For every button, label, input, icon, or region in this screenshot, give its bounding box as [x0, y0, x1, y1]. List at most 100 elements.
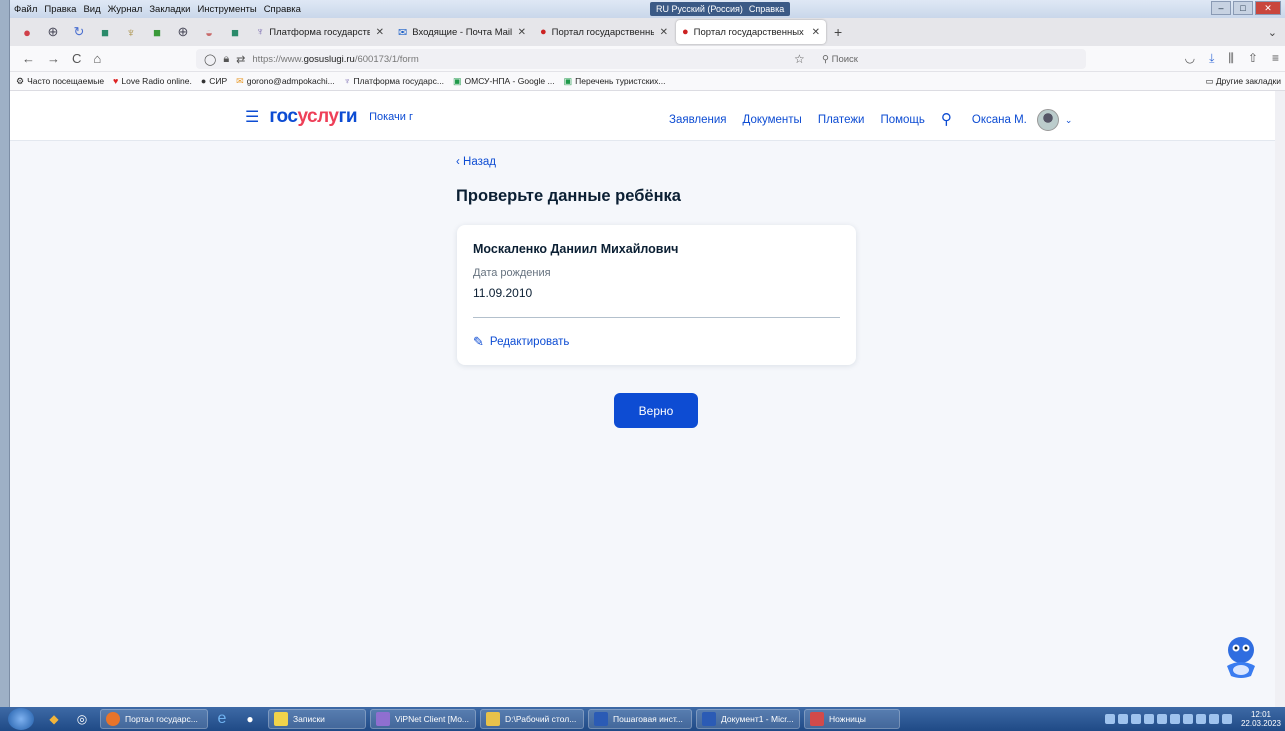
- taskbar-item-notes[interactable]: Записки: [268, 709, 366, 729]
- city-selector[interactable]: Покачи г: [369, 111, 413, 123]
- document-icon[interactable]: ■: [146, 21, 168, 43]
- search-box[interactable]: ⚲ Поиск: [822, 54, 858, 65]
- tab-platform[interactable]: ♆ Платформа государственны ✕: [250, 20, 390, 44]
- tray-icon[interactable]: [1221, 714, 1232, 724]
- library-icon[interactable]: ⫼: [1228, 51, 1234, 66]
- taskbar-item-word-guide[interactable]: Пошаговая инст...: [588, 709, 692, 729]
- menu-bookmarks[interactable]: Закладки: [149, 4, 190, 15]
- tray-icon[interactable]: [1182, 714, 1193, 724]
- chevron-down-icon[interactable]: ⌄: [1065, 115, 1073, 126]
- tray-icon[interactable]: [1117, 714, 1128, 724]
- bookmark-omsu[interactable]: ▣ ОМСУ-НПА - Google ...: [453, 76, 555, 87]
- tray-icon[interactable]: [1104, 714, 1115, 724]
- back-label[interactable]: Назад: [463, 156, 496, 168]
- chat-robot-icon[interactable]: [1221, 634, 1261, 680]
- ie-icon[interactable]: e: [212, 709, 232, 729]
- tray-icon[interactable]: [1143, 714, 1154, 724]
- permissions-icon[interactable]: ⇄: [236, 53, 245, 66]
- nav-payments[interactable]: Платежи: [818, 114, 865, 126]
- language-help[interactable]: Справка: [749, 4, 784, 14]
- shield-icon[interactable]: ◯: [204, 53, 216, 66]
- taskbar-item-firefox[interactable]: Портал государс...: [100, 709, 208, 729]
- language-indicator[interactable]: RU Русский (Россия): [656, 4, 743, 14]
- app-icon[interactable]: ■: [224, 21, 246, 43]
- url-path: /600173/1/form: [354, 53, 419, 65]
- bookmark-label: Платформа государс...: [353, 76, 444, 86]
- tray-icon[interactable]: [1156, 714, 1167, 724]
- menu-file[interactable]: Файл: [14, 4, 37, 15]
- bookmark-most-visited[interactable]: ⚙ Часто посещаемые: [16, 76, 104, 87]
- bookmark-gorono-mail[interactable]: ✉ gorono@admpokachi...: [236, 76, 335, 87]
- close-tab-icon[interactable]: ✕: [812, 27, 820, 38]
- nav-documents[interactable]: Документы: [743, 114, 802, 126]
- language-bar[interactable]: RU Русский (Россия) Справка: [650, 2, 791, 16]
- start-button[interactable]: [8, 708, 34, 730]
- tray-icon[interactable]: [1195, 714, 1206, 724]
- shield-icon[interactable]: ◒: [198, 21, 220, 43]
- reload-site-icon[interactable]: ↻: [68, 21, 90, 43]
- new-tab-icon[interactable]: +: [834, 24, 842, 40]
- taskbar-item-snipping[interactable]: Ножницы: [804, 709, 900, 729]
- menu-history[interactable]: Журнал: [108, 4, 143, 15]
- lock-icon[interactable]: 🔒︎: [223, 53, 229, 66]
- maximize-button[interactable]: □: [1233, 1, 1253, 15]
- reload-icon[interactable]: C: [72, 51, 81, 66]
- taskbar-item-vipnet[interactable]: ViPNet Client [Mo...: [370, 709, 476, 729]
- menu-burger-icon[interactable]: ☰: [245, 107, 259, 127]
- tab-gosuslugi-1[interactable]: ● Портал государственных услу ✕: [534, 20, 674, 44]
- close-button[interactable]: ✕: [1255, 1, 1281, 15]
- tray-icon[interactable]: [1169, 714, 1180, 724]
- quick-launch-icon[interactable]: ◆: [44, 709, 64, 729]
- clock[interactable]: 12:01 22.03.2023: [1241, 710, 1281, 728]
- edit-link[interactable]: ✎ Редактировать: [473, 334, 569, 350]
- menu-icon[interactable]: ≡: [1272, 51, 1279, 66]
- sync-icon[interactable]: ⇧: [1248, 51, 1258, 66]
- pencil-icon[interactable]: ✎: [473, 334, 484, 350]
- close-tab-icon[interactable]: ✕: [518, 27, 526, 38]
- bookmark-love-radio[interactable]: ♥ Love Radio online.: [113, 76, 192, 86]
- star-icon[interactable]: ☆: [794, 52, 805, 66]
- edit-label[interactable]: Редактировать: [490, 336, 569, 348]
- back-arrow-icon[interactable]: ←: [22, 51, 35, 66]
- menu-help[interactable]: Справка: [264, 4, 301, 15]
- back-link[interactable]: ‹ Назад: [456, 156, 496, 168]
- bookmark-sir[interactable]: ● СИР: [201, 76, 227, 86]
- menu-tools[interactable]: Инструменты: [197, 4, 256, 15]
- globe-icon[interactable]: ⊕: [172, 21, 194, 43]
- tab-gosuslugi-active[interactable]: ● Портал государственных услу ✕: [676, 20, 826, 44]
- divider: [473, 317, 840, 318]
- app-icon[interactable]: ■: [94, 21, 116, 43]
- globe-icon[interactable]: ⊕: [42, 21, 64, 43]
- nav-applications[interactable]: Заявления: [669, 114, 727, 126]
- site-logo[interactable]: ☰ гос услу ги Покачи г: [245, 106, 413, 128]
- tab-mail[interactable]: ✉ Входящие - Почта Mail.ru ✕: [392, 20, 532, 44]
- menu-edit[interactable]: Правка: [44, 4, 76, 15]
- chrome-icon[interactable]: ◎: [72, 709, 92, 729]
- search-icon[interactable]: ⚲: [941, 110, 952, 128]
- close-tab-icon[interactable]: ✕: [376, 27, 384, 38]
- close-tab-icon[interactable]: ✕: [660, 27, 668, 38]
- confirm-button[interactable]: Верно: [614, 393, 698, 428]
- tray-icon[interactable]: [1208, 714, 1219, 724]
- avatar[interactable]: [1036, 109, 1059, 131]
- nav-help[interactable]: Помощь: [880, 114, 924, 126]
- list-tabs-icon[interactable]: ⌄: [1268, 26, 1277, 39]
- bookmark-platform[interactable]: ♆ Платформа государс...: [344, 76, 444, 86]
- address-bar[interactable]: ◯ 🔒︎ ⇄ https://www. gosuslugi.ru/600173/1…: [196, 49, 1086, 69]
- pocket-icon[interactable]: ◡: [1185, 51, 1195, 66]
- emblem-icon[interactable]: ♆: [120, 21, 142, 43]
- home-icon[interactable]: ⌂: [93, 51, 101, 66]
- minimize-button[interactable]: –: [1211, 1, 1231, 15]
- other-bookmarks[interactable]: ▭ Другие закладки: [1205, 76, 1281, 87]
- tray-icon[interactable]: [1130, 714, 1141, 724]
- taskbar-item-word-doc[interactable]: Документ1 - Micr...: [696, 709, 800, 729]
- taskbar-item-folder[interactable]: D:\Рабочий стол...: [480, 709, 584, 729]
- user-name[interactable]: Оксана М.: [972, 114, 1027, 126]
- pinned-tab-icon[interactable]: ●: [16, 21, 38, 43]
- app-icon[interactable]: ●: [240, 709, 260, 729]
- bookmark-tourism[interactable]: ▣ Перечень туристских...: [564, 76, 666, 87]
- download-icon[interactable]: ⤓: [1209, 51, 1214, 66]
- menu-view[interactable]: Вид: [83, 4, 100, 15]
- navigation-bar: ← → C ⌂ ◯ 🔒︎ ⇄ https://www. gosuslugi.ru /…: [10, 46, 1285, 72]
- forward-arrow-icon[interactable]: →: [47, 51, 60, 66]
